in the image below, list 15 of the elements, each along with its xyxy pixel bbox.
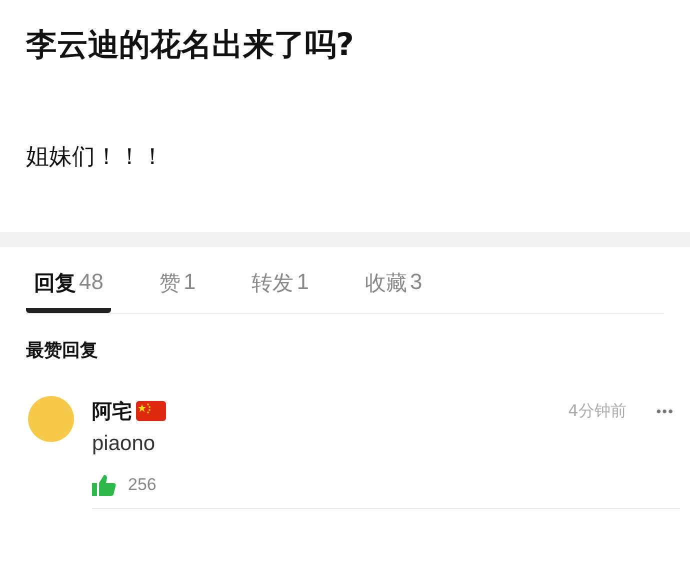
post-body: 姐妹们！！！: [26, 143, 165, 172]
tab[interactable]: 赞 1: [151, 255, 204, 313]
section-title: 最赞回复: [26, 339, 99, 362]
comment-text: piaono: [92, 432, 156, 456]
avatar: [28, 396, 74, 442]
thumbs-up-icon[interactable]: [92, 474, 116, 496]
tab[interactable]: 转发 1: [244, 255, 317, 313]
comment-time: 4分钟前: [568, 400, 626, 422]
like-count: 256: [128, 475, 156, 495]
tab[interactable]: 收藏3: [356, 255, 430, 313]
flag-icon: [136, 401, 166, 421]
post-title: 李云迪的花名出来了吗?: [26, 26, 355, 65]
tab[interactable]: 回复48: [26, 255, 112, 313]
author-name[interactable]: 阿宅: [92, 398, 132, 424]
more-button[interactable]: •••: [650, 403, 680, 419]
